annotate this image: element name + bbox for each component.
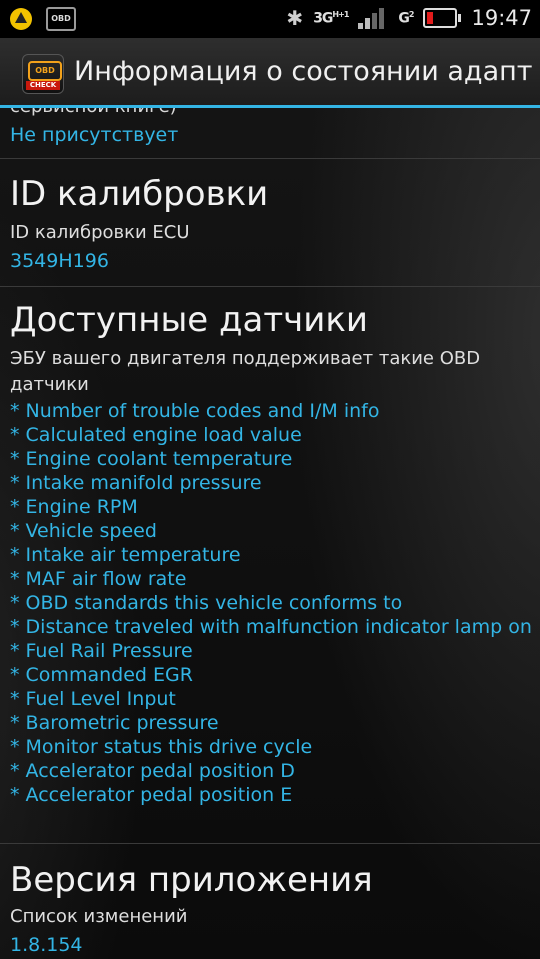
sensor-item: * Fuel Rail Pressure bbox=[10, 640, 193, 662]
divider bbox=[0, 158, 540, 159]
engine-icon: OBD bbox=[28, 61, 62, 81]
action-bar: OBD CHECK Информация о состоянии адаптер… bbox=[0, 38, 540, 108]
clock: 19:47 bbox=[471, 6, 532, 30]
sensor-item: * Intake manifold pressure bbox=[10, 472, 262, 494]
sensor-item: * Number of trouble codes and I/M info bbox=[10, 400, 380, 422]
sensor-item: * Barometric pressure bbox=[10, 712, 219, 734]
sensor-list: * Number of trouble codes and I/M info * … bbox=[10, 399, 532, 807]
obd-notification-icon[interactable]: OBD bbox=[46, 7, 76, 31]
battery-icon bbox=[423, 8, 462, 28]
sensor-item: * Monitor status this drive cycle bbox=[10, 736, 313, 758]
previous-section-subtitle: сервисной книге) bbox=[10, 108, 177, 117]
version-value: 1.8.154 bbox=[10, 934, 83, 956]
sensor-item: * Engine RPM bbox=[10, 496, 138, 518]
network-type-indicator-2: G2 bbox=[398, 9, 414, 27]
sensor-item: * Calculated engine load value bbox=[10, 424, 302, 446]
sensors-title: Доступные датчики bbox=[10, 300, 368, 340]
calibration-value: 3549H196 bbox=[10, 250, 109, 272]
action-bar-underline bbox=[0, 105, 540, 108]
calibration-subtitle: ID калибровки ECU bbox=[10, 222, 190, 243]
previous-section-value: Не присутствует bbox=[10, 124, 179, 146]
sensor-item: * OBD standards this vehicle conforms to bbox=[10, 592, 403, 614]
version-subtitle: Список изменений bbox=[10, 906, 188, 927]
divider bbox=[0, 843, 540, 844]
sensor-item: * MAF air flow rate bbox=[10, 568, 187, 590]
adapter-info-list[interactable]: сервисной книге) Не присутствует ID кали… bbox=[0, 108, 540, 959]
network-type-indicator: 3GH+1 bbox=[313, 9, 349, 27]
sensor-item: * Accelerator pedal position E bbox=[10, 784, 293, 806]
status-bar: OBD ✱ 3GH+1 G2 19:47 bbox=[0, 0, 540, 38]
warning-notification-icon[interactable] bbox=[10, 8, 32, 30]
calibration-title: ID калибровки bbox=[10, 174, 269, 214]
app-icon[interactable]: OBD CHECK bbox=[22, 54, 64, 94]
sensors-subtitle: ЭБУ вашего двигателя поддерживает такие … bbox=[10, 348, 481, 395]
page-title: Информация о состоянии адаптера bbox=[74, 56, 534, 87]
sensor-item: * Accelerator pedal position D bbox=[10, 760, 295, 782]
sensor-item: * Intake air temperature bbox=[10, 544, 241, 566]
divider bbox=[0, 286, 540, 287]
sensor-item: * Vehicle speed bbox=[10, 520, 157, 542]
version-title: Версия приложения bbox=[10, 860, 373, 900]
signal-strength-icon bbox=[358, 7, 388, 29]
bluetooth-icon: ✱ bbox=[286, 6, 304, 30]
sensor-item: * Engine coolant temperature bbox=[10, 448, 293, 470]
sensor-item: * Distance traveled with malfunction ind… bbox=[10, 616, 532, 638]
sensor-item: * Commanded EGR bbox=[10, 664, 193, 686]
sensor-item: * Fuel Level Input bbox=[10, 688, 176, 710]
check-label: CHECK bbox=[26, 81, 60, 90]
